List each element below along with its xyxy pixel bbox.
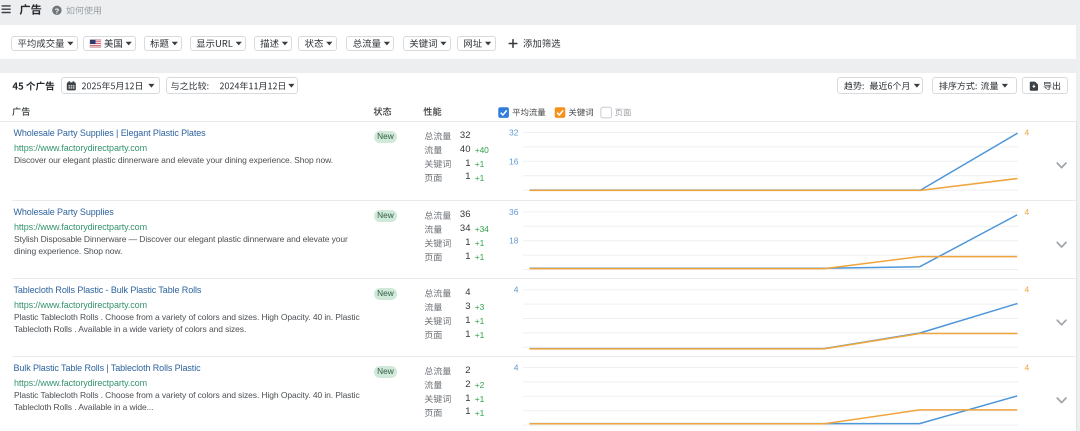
- svg-text:32: 32: [509, 128, 519, 138]
- svg-text:4: 4: [514, 363, 519, 373]
- svg-text:4: 4: [1025, 207, 1030, 217]
- svg-text:36: 36: [509, 207, 519, 217]
- svg-text:4: 4: [1025, 363, 1030, 373]
- svg-text:4: 4: [1025, 128, 1030, 138]
- svg-text:?: ?: [55, 6, 60, 15]
- svg-text:18: 18: [509, 236, 519, 246]
- svg-text:4: 4: [514, 285, 519, 295]
- svg-text:4: 4: [1025, 285, 1030, 295]
- svg-text:16: 16: [509, 156, 519, 166]
